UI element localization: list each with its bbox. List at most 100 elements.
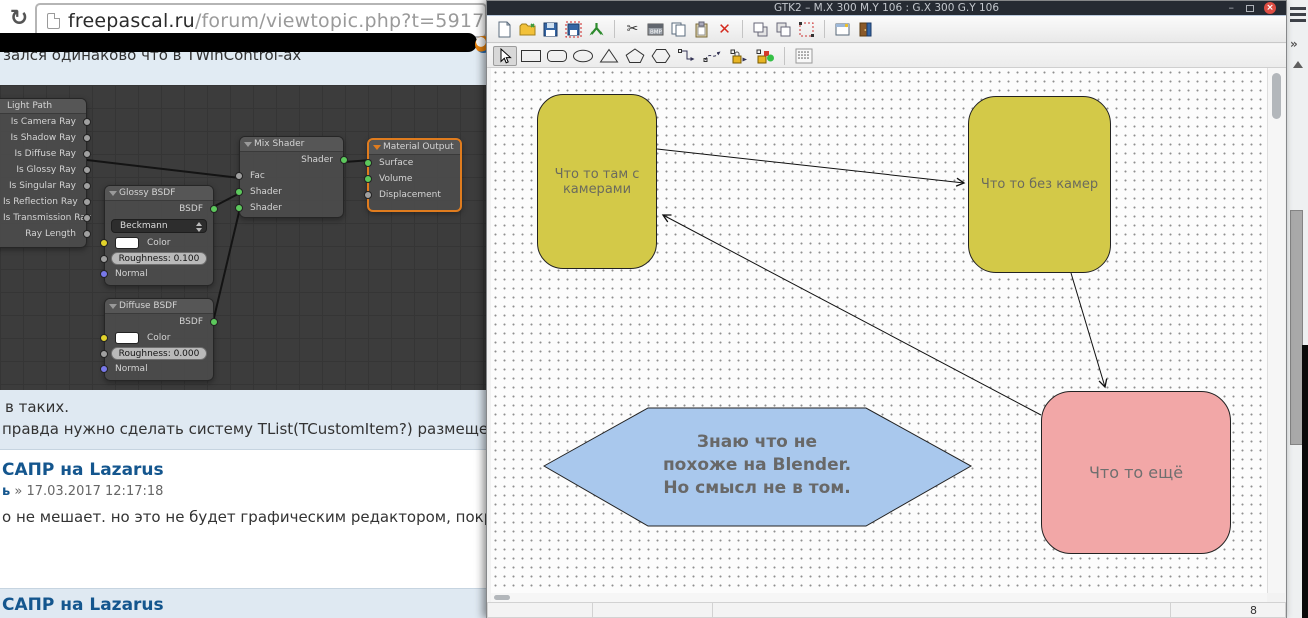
node-light-path[interactable]: Light Path Is Camera Ray Is Shadow Ray I…: [0, 98, 87, 248]
horizontal-scrollbar-thumb[interactable]: [494, 595, 510, 600]
node-light-path-header[interactable]: Light Path: [0, 99, 86, 114]
distribution-dropdown[interactable]: Beckmann: [111, 219, 207, 233]
node-diffuse-bsdf[interactable]: Diffuse BSDF BSDF Color Roughness: 0.000…: [104, 298, 214, 381]
shape-box-else[interactable]: Что то ещё: [1041, 391, 1231, 554]
collapse-triangle-icon[interactable]: [373, 145, 381, 150]
rectangle-tool[interactable]: [519, 46, 543, 66]
socket-green[interactable]: [210, 318, 218, 326]
topic-title-link[interactable]: САПР на Lazarus: [2, 460, 164, 480]
open-folder-icon[interactable]: [518, 20, 537, 39]
topic-title-link-bottom[interactable]: САПР на Lazarus: [2, 595, 164, 615]
socket-gray[interactable]: [83, 118, 91, 126]
socket-gray[interactable]: [83, 182, 91, 190]
select-cursor-tool[interactable]: [493, 46, 517, 66]
bring-forward-icon[interactable]: [751, 20, 770, 39]
socket-purple[interactable]: [100, 365, 108, 373]
collapse-triangle-icon[interactable]: [109, 191, 117, 196]
send-backward-icon[interactable]: [774, 20, 793, 39]
socket-green[interactable]: [340, 156, 348, 164]
cut-icon[interactable]: ✂: [623, 20, 642, 39]
node-material-output[interactable]: Material Output Surface Volume Displacem…: [367, 138, 462, 212]
socket-gray[interactable]: [235, 172, 243, 180]
elbow-connector-tool[interactable]: [675, 46, 699, 66]
output-is-glossy-ray: Is Glossy Ray: [0, 162, 86, 178]
anchor-lock-tool[interactable]: [727, 46, 751, 66]
shape-label: Что то там с камерами: [538, 167, 656, 197]
overflow-chevrons-icon[interactable]: »: [1290, 37, 1298, 51]
triangle-tool[interactable]: [597, 46, 621, 66]
node-mix-shader[interactable]: Mix Shader Shader Fac Shader Shader: [239, 136, 344, 218]
select-region-icon[interactable]: [797, 20, 816, 39]
socket-gray[interactable]: [100, 255, 108, 263]
socket-gray[interactable]: [83, 150, 91, 158]
close-button[interactable]: ×: [1264, 2, 1276, 14]
rounded-rectangle-tool[interactable]: [545, 46, 569, 66]
maximize-button[interactable]: [1246, 5, 1254, 12]
output-is-reflection-ray: Is Reflection Ray: [0, 194, 86, 210]
minimize-button[interactable]: –: [1229, 1, 1235, 15]
anchor-points-tool[interactable]: [753, 46, 777, 66]
node-mix-header[interactable]: Mix Shader: [240, 137, 343, 152]
output-shader: Shader: [240, 152, 343, 168]
vertical-scrollbar-thumb[interactable]: [1272, 73, 1281, 119]
collapse-triangle-icon[interactable]: [244, 142, 252, 147]
gtk-titlebar[interactable]: GTK2 – M.X 300 M.Y 106 : G.X 300 G.Y 106…: [487, 1, 1286, 15]
export-bmp-icon[interactable]: BMP: [646, 20, 665, 39]
merge-icon[interactable]: [587, 20, 606, 39]
socket-gray[interactable]: [364, 191, 372, 199]
new-document-icon[interactable]: [495, 20, 514, 39]
color-swatch[interactable]: [115, 332, 139, 344]
copy-icon[interactable]: [669, 20, 688, 39]
socket-green[interactable]: [364, 159, 372, 167]
socket-green[interactable]: [364, 175, 372, 183]
pentagon-tool[interactable]: [623, 46, 647, 66]
blender-node-editor-image: Light Path Is Camera Ray Is Shadow Ray I…: [0, 85, 486, 390]
socket-gray[interactable]: [83, 134, 91, 142]
url-domain: freepascal.ru: [68, 10, 195, 32]
socket-gray[interactable]: [83, 214, 91, 222]
curve-connector-tool[interactable]: [701, 46, 725, 66]
shape-hexagon-label[interactable]: Знаю что не похоже на Blender. Но смысл …: [597, 431, 917, 500]
diagram-canvas[interactable]: Что то там с камерами Что то без камер Ч…: [491, 68, 1267, 593]
toolbar-separator: [784, 47, 785, 65]
socket-green[interactable]: [235, 204, 243, 212]
socket-gray[interactable]: [100, 350, 108, 358]
toolbar-separator: [614, 20, 615, 38]
reload-icon[interactable]: ↻: [6, 5, 32, 33]
node-diffuse-header[interactable]: Diffuse BSDF: [105, 299, 213, 314]
socket-yellow[interactable]: [100, 334, 108, 342]
new-window-icon[interactable]: [833, 20, 852, 39]
socket-gray[interactable]: [83, 230, 91, 238]
collapse-triangle-icon[interactable]: [109, 304, 117, 309]
node-output-header[interactable]: Material Output: [369, 140, 460, 155]
url-path: /forum/viewtopic.php?t=5917&view=unre: [195, 10, 487, 32]
node-glossy-bsdf[interactable]: Glossy BSDF BSDF Beckmann Color Roughnes…: [104, 185, 214, 286]
input-roughness: [105, 251, 213, 266]
menu-icon[interactable]: [1290, 7, 1306, 25]
color-swatch[interactable]: [115, 237, 139, 249]
ellipse-tool[interactable]: [571, 46, 595, 66]
save-icon[interactable]: [541, 20, 560, 39]
socket-green[interactable]: [235, 188, 243, 196]
exit-icon[interactable]: [856, 20, 875, 39]
post-author-suffix[interactable]: ь: [2, 484, 10, 499]
shape-box-no-cameras[interactable]: Что то без камер: [968, 96, 1111, 273]
delete-icon[interactable]: ✕: [715, 20, 734, 39]
socket-green[interactable]: [210, 205, 218, 213]
scroll-up-arrow[interactable]: [1293, 61, 1303, 68]
toolbar-separator: [742, 20, 743, 38]
socket-gray[interactable]: [83, 166, 91, 174]
grid-toggle-tool[interactable]: [792, 46, 816, 66]
paste-icon[interactable]: [692, 20, 711, 39]
node-glossy-header[interactable]: Glossy BSDF: [105, 186, 213, 201]
shape-box-cameras[interactable]: Что то там с камерами: [537, 94, 657, 269]
socket-yellow[interactable]: [100, 239, 108, 247]
post-timestamp: » 17.03.2017 12:17:18: [10, 484, 163, 499]
canvas-vertical-scrollbar[interactable]: [1267, 68, 1285, 593]
save-as-icon[interactable]: [564, 20, 583, 39]
canvas-horizontal-scrollbar[interactable]: [491, 593, 1267, 602]
hexagon-tool[interactable]: [649, 46, 673, 66]
input-color: Color: [105, 330, 213, 346]
socket-gray[interactable]: [83, 198, 91, 206]
socket-purple[interactable]: [100, 270, 108, 278]
